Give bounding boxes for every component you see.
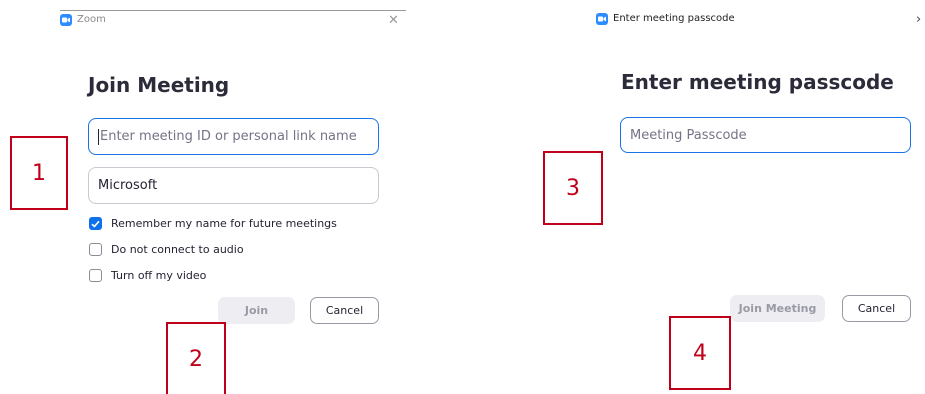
zoom-camera-icon bbox=[60, 14, 72, 26]
annotation-box-3: 3 bbox=[543, 151, 603, 225]
remember-name-option[interactable]: Remember my name for future meetings bbox=[89, 217, 337, 230]
zoom-camera-icon bbox=[596, 13, 608, 25]
close-icon[interactable]: › bbox=[916, 13, 921, 26]
name-input-value: Microsoft bbox=[98, 178, 158, 193]
join-button[interactable]: Join bbox=[218, 297, 295, 324]
join-meeting-button[interactable]: Join Meeting bbox=[730, 295, 825, 322]
titlebar-top-border bbox=[60, 10, 406, 11]
cancel-button[interactable]: Cancel bbox=[842, 295, 911, 322]
close-icon[interactable]: ✕ bbox=[388, 14, 399, 27]
window-title: Zoom bbox=[77, 14, 106, 25]
cancel-button[interactable]: Cancel bbox=[310, 297, 379, 324]
no-audio-checkbox[interactable] bbox=[89, 243, 102, 256]
video-off-option[interactable]: Turn off my video bbox=[89, 269, 206, 282]
window-title: Enter meeting passcode bbox=[613, 13, 735, 24]
meeting-id-input[interactable]: Enter meeting ID or personal link name bbox=[88, 118, 379, 155]
text-caret bbox=[98, 128, 99, 145]
annotation-box-4: 4 bbox=[669, 316, 731, 390]
video-off-checkbox[interactable] bbox=[89, 269, 102, 282]
page-title: Join Meeting bbox=[88, 73, 230, 97]
remember-name-label: Remember my name for future meetings bbox=[111, 217, 337, 230]
remember-name-checkbox[interactable] bbox=[89, 217, 102, 230]
name-input[interactable]: Microsoft bbox=[88, 167, 379, 204]
annotation-box-1: 1 bbox=[10, 136, 68, 210]
no-audio-label: Do not connect to audio bbox=[111, 243, 244, 256]
annotation-box-2: 2 bbox=[166, 322, 226, 394]
checkmark-icon bbox=[91, 220, 100, 228]
passcode-input[interactable]: Meeting Passcode bbox=[620, 117, 911, 153]
meeting-id-placeholder: Enter meeting ID or personal link name bbox=[100, 129, 357, 144]
video-off-label: Turn off my video bbox=[111, 269, 207, 282]
page-title: Enter meeting passcode bbox=[621, 70, 894, 94]
no-audio-option[interactable]: Do not connect to audio bbox=[89, 243, 244, 256]
passcode-placeholder: Meeting Passcode bbox=[630, 127, 747, 143]
